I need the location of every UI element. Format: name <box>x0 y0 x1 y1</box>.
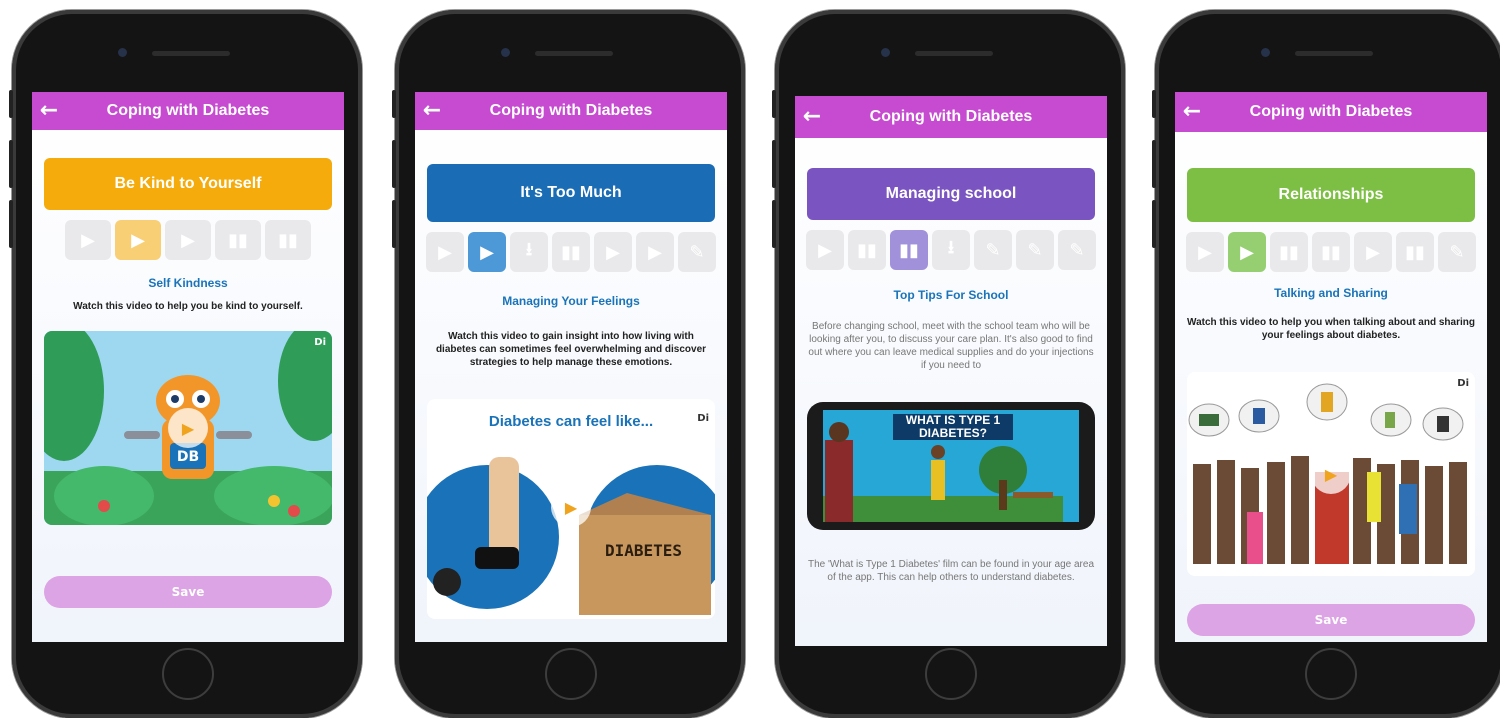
app-screen-3: ← Coping with Diabetes Managing school ▶… <box>795 96 1107 646</box>
step-book-icon[interactable]: ▮▮ <box>848 230 886 270</box>
step-video-icon[interactable]: ▶ <box>165 220 211 260</box>
step-video-icon[interactable]: ▶ <box>594 232 632 272</box>
front-camera <box>501 48 510 57</box>
step-video-icon[interactable]: ▶ <box>426 232 464 272</box>
home-button[interactable] <box>925 648 977 700</box>
step-video-icon[interactable]: ▶ <box>1354 232 1392 272</box>
app-screen-2: ← Coping with Diabetes It's Too Much ▶ ▶… <box>415 92 727 642</box>
section-description: Watch this video to gain insight into ho… <box>435 331 707 368</box>
media-heading: Diabetes can feel like... <box>488 413 654 430</box>
speaker-grille <box>915 51 993 56</box>
step-video-icon-active[interactable]: ▶ <box>115 220 161 260</box>
section-description: Before changing school, meet with the sc… <box>808 321 1094 371</box>
speaker-grille <box>535 51 613 56</box>
step-pencil-icon[interactable]: ✎ <box>1438 232 1476 272</box>
section-description: Watch this video to help you when talkin… <box>1187 317 1475 341</box>
step-book-icon[interactable]: ▮▮ <box>265 220 311 260</box>
video-thumbnail[interactable]: Di ▶ <box>1187 372 1475 576</box>
app-bar-title: Coping with Diabetes <box>106 102 270 119</box>
step-download-icon[interactable]: ⭳ <box>932 230 970 270</box>
step-video-icon[interactable]: ▶ <box>1186 232 1224 272</box>
step-book-icon-active[interactable]: ▮▮ <box>890 230 928 270</box>
back-arrow-icon[interactable]: ← <box>795 96 829 138</box>
topic-banner: Relationships <box>1187 168 1475 222</box>
app-bar-title: Coping with Diabetes <box>489 102 653 119</box>
school-scene-illustration <box>823 422 1063 522</box>
step-video-icon[interactable]: ▶ <box>636 232 674 272</box>
robot-chest-label: DB <box>176 449 200 465</box>
step-video-icon-active[interactable]: ▶ <box>468 232 506 272</box>
topic-banner: It's Too Much <box>427 164 715 222</box>
phone-frame-4: ← Coping with Diabetes Relationships ▶ ▶… <box>1152 10 1500 718</box>
step-book-icon[interactable]: ▮▮ <box>215 220 261 260</box>
back-arrow-icon[interactable]: ← <box>1175 92 1209 132</box>
speaker-grille <box>1295 51 1373 56</box>
step-video-icon[interactable]: ▶ <box>806 230 844 270</box>
save-button[interactable]: Save <box>1187 604 1475 636</box>
app-screen-4: ← Coping with Diabetes Relationships ▶ ▶… <box>1175 92 1487 642</box>
app-bar-title: Coping with Diabetes <box>1249 103 1413 120</box>
step-indicator: ▶ ▶ ▶ ▮▮ ▮▮ <box>32 220 344 260</box>
step-book-icon[interactable]: ▮▮ <box>1396 232 1434 272</box>
video-thumbnail[interactable]: Di DB ▶ <box>44 331 332 525</box>
step-pencil-icon[interactable]: ✎ <box>1058 230 1096 270</box>
box-label: DIABETES <box>605 541 683 560</box>
video-thumbnail[interactable]: Diabetes can feel like... DIABETES Di ▶ <box>427 399 715 619</box>
film-footnote: The 'What is Type 1 Diabetes' film can b… <box>807 559 1094 583</box>
phone-frame-3: ← Coping with Diabetes Managing school ▶… <box>772 10 1125 718</box>
phone-frame-1: ← Coping with Diabetes Be Kind to Yourse… <box>9 10 362 718</box>
play-icon[interactable]: ▶ <box>551 487 591 527</box>
video-thumbnail[interactable]: WHAT IS TYPE 1 DIABETES? <box>807 402 1095 530</box>
app-bar: ← Coping with Diabetes <box>795 96 1107 138</box>
section-description: Watch this video to help you be kind to … <box>73 301 303 312</box>
back-arrow-icon[interactable]: ← <box>32 92 66 130</box>
step-video-icon-active[interactable]: ▶ <box>1228 232 1266 272</box>
step-pencil-icon[interactable]: ✎ <box>1016 230 1054 270</box>
step-video-icon[interactable]: ▶ <box>65 220 111 260</box>
brand-mark: Di <box>314 337 326 348</box>
diabetes-box-illustration <box>427 457 715 615</box>
play-icon[interactable]: ▶ <box>1311 454 1351 494</box>
home-button[interactable] <box>162 648 214 700</box>
section-subtitle: Managing Your Feelings <box>502 294 640 308</box>
step-pencil-icon[interactable]: ✎ <box>678 232 716 272</box>
step-indicator: ▶ ▶ ▮▮ ▮▮ ▶ ▮▮ ✎ <box>1175 232 1487 272</box>
speaker-grille <box>152 51 230 56</box>
back-arrow-icon[interactable]: ← <box>415 92 449 130</box>
step-book-icon[interactable]: ▮▮ <box>1270 232 1308 272</box>
app-bar: ← Coping with Diabetes <box>1175 92 1487 132</box>
front-camera <box>881 48 890 57</box>
phone-frame-2: ← Coping with Diabetes It's Too Much ▶ ▶… <box>392 10 745 718</box>
play-icon[interactable]: ▶ <box>168 408 208 448</box>
step-indicator: ▶ ▶ ⭳ ▮▮ ▶ ▶ ✎ <box>415 232 727 272</box>
front-camera <box>118 48 127 57</box>
brand-mark: Di <box>697 413 709 424</box>
step-book-icon[interactable]: ▮▮ <box>1312 232 1350 272</box>
section-subtitle: Top Tips For School <box>893 288 1009 302</box>
app-bar-title: Coping with Diabetes <box>869 108 1033 125</box>
front-camera <box>1261 48 1270 57</box>
section-subtitle: Talking and Sharing <box>1274 286 1388 300</box>
brand-mark: Di <box>1457 378 1469 389</box>
topic-banner: Managing school <box>807 168 1095 220</box>
step-download-icon[interactable]: ⭳ <box>510 232 548 272</box>
app-bar: ← Coping with Diabetes <box>32 92 344 130</box>
step-pencil-icon[interactable]: ✎ <box>974 230 1012 270</box>
home-button[interactable] <box>1305 648 1357 700</box>
app-bar: ← Coping with Diabetes <box>415 92 727 130</box>
step-book-icon[interactable]: ▮▮ <box>552 232 590 272</box>
save-button[interactable]: Save <box>44 576 332 608</box>
step-indicator: ▶ ▮▮ ▮▮ ⭳ ✎ ✎ ✎ <box>795 230 1107 270</box>
topic-banner: Be Kind to Yourself <box>44 158 332 210</box>
app-screen-1: ← Coping with Diabetes Be Kind to Yourse… <box>32 92 344 642</box>
section-subtitle: Self Kindness <box>148 276 228 290</box>
home-button[interactable] <box>545 648 597 700</box>
